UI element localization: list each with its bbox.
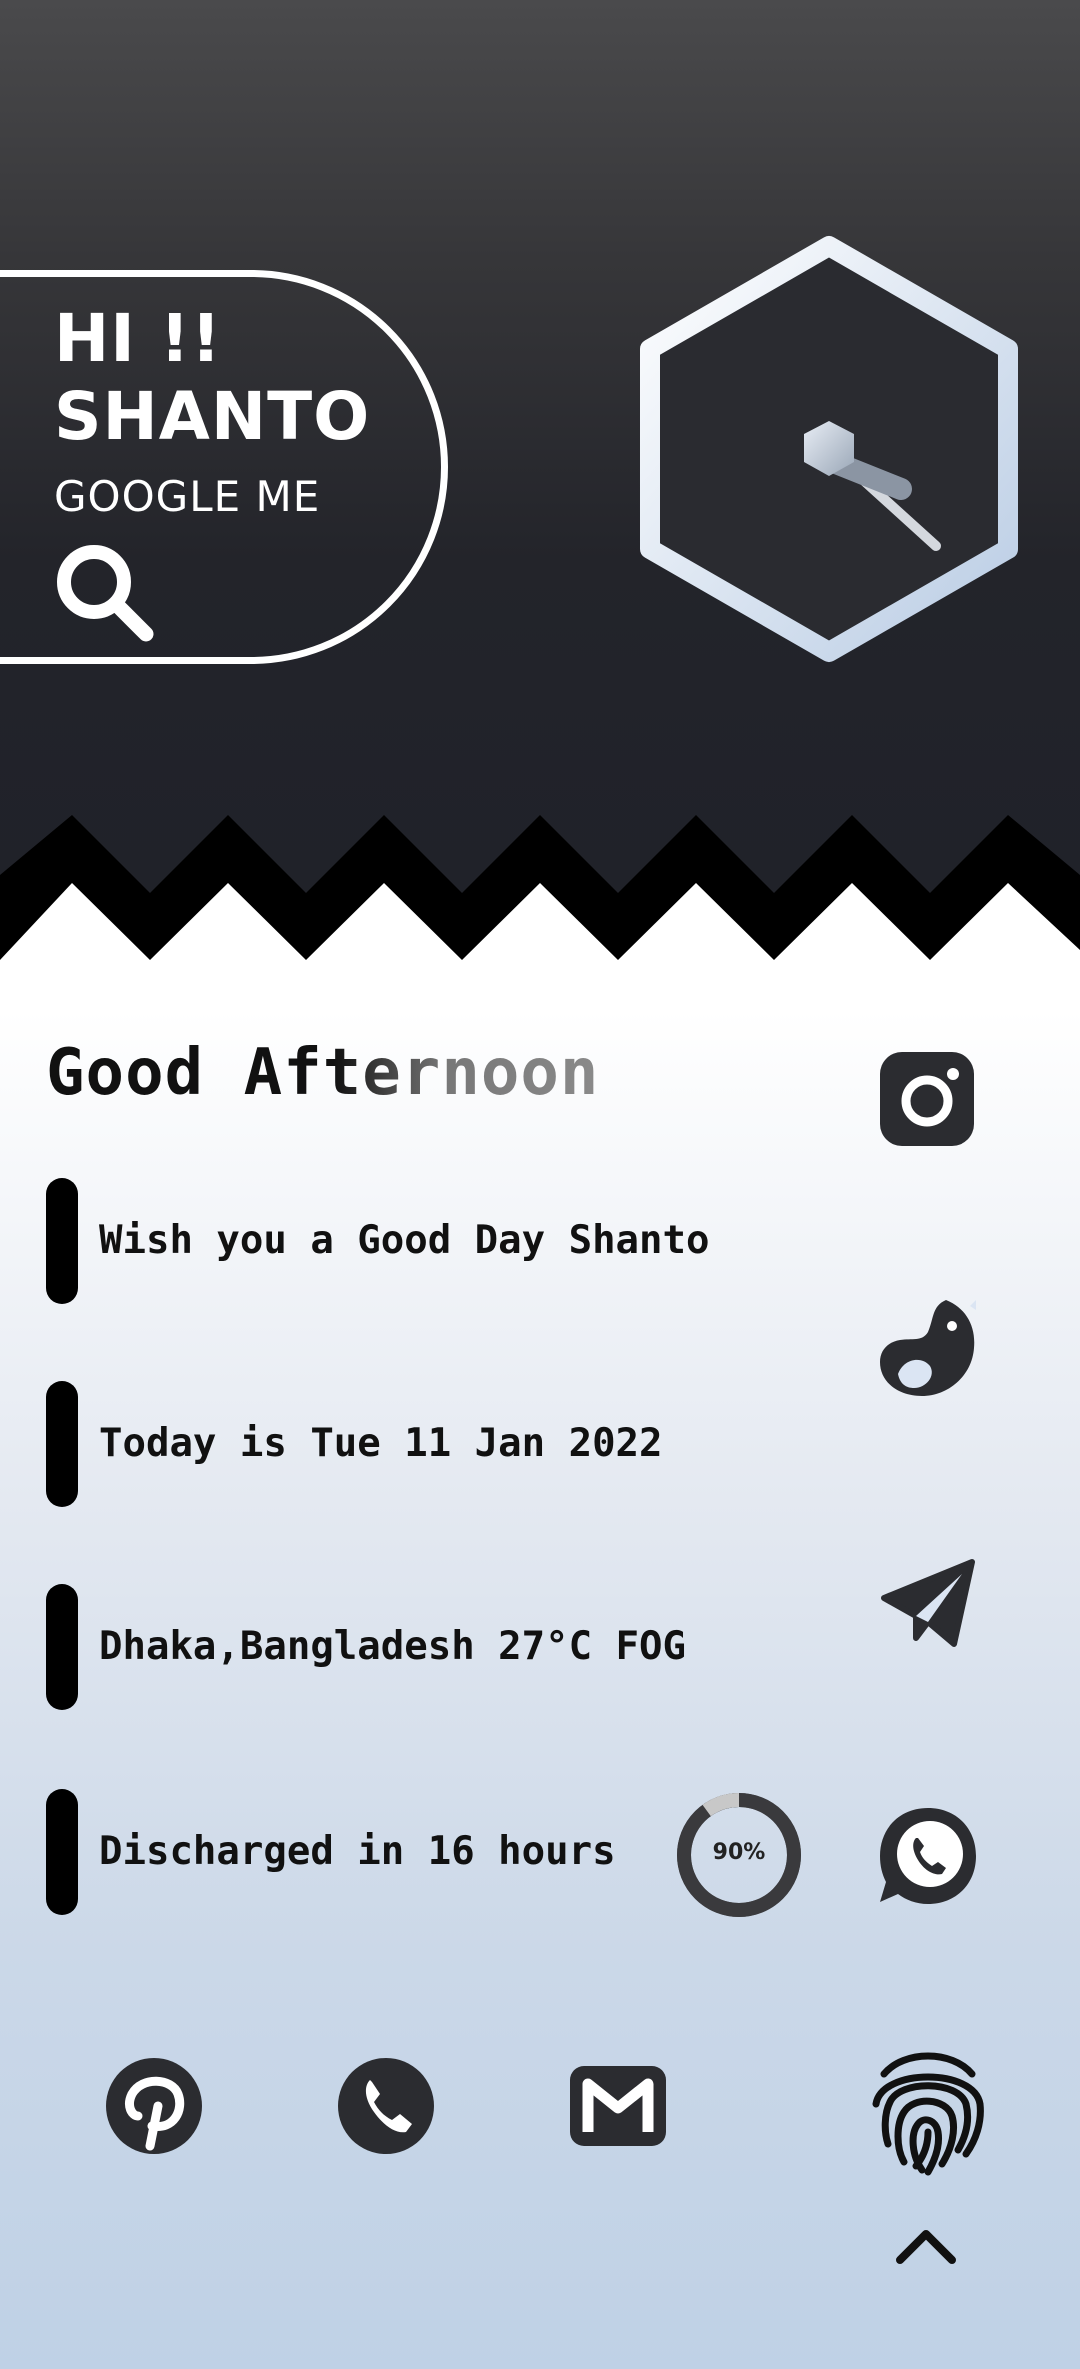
info-row-weather[interactable]: Dhaka,Bangladesh 27°C FOG xyxy=(46,1584,806,1710)
phone-icon[interactable] xyxy=(334,2054,438,2158)
row-bar xyxy=(46,1381,78,1507)
row-bar xyxy=(46,1789,78,1915)
row-bar xyxy=(46,1178,78,1304)
info-row-date[interactable]: Today is Tue 11 Jan 2022 xyxy=(46,1381,806,1507)
zigzag-divider xyxy=(0,815,1080,970)
row-bar xyxy=(46,1584,78,1710)
telegram-icon[interactable] xyxy=(876,1550,980,1654)
instagram-icon[interactable] xyxy=(876,1048,980,1152)
search-icon[interactable] xyxy=(52,540,158,646)
gmail-icon[interactable] xyxy=(566,2054,670,2158)
pinterest-icon[interactable] xyxy=(102,2054,206,2158)
google-search-label[interactable]: GOOGLE ME xyxy=(54,472,320,521)
battery-text[interactable]: Discharged in 16 hours xyxy=(99,1829,616,1874)
date-text[interactable]: Today is Tue 11 Jan 2022 xyxy=(99,1421,663,1466)
bird-icon[interactable] xyxy=(876,1296,980,1400)
whatsapp-icon[interactable] xyxy=(876,1804,980,1908)
wish-text: Wish you a Good Day Shanto xyxy=(99,1218,710,1263)
weather-text[interactable]: Dhaka,Bangladesh 27°C FOG xyxy=(99,1624,686,1669)
chevron-up-icon[interactable] xyxy=(894,2226,958,2266)
battery-percent: 90% xyxy=(712,1840,766,1865)
hexagon-clock-widget[interactable] xyxy=(636,234,1022,664)
user-name: SHANTO xyxy=(54,378,371,455)
greeting-hi: HI !! xyxy=(54,300,222,377)
fingerprint-icon[interactable] xyxy=(866,2044,990,2178)
info-row-wish: Wish you a Good Day Shanto xyxy=(46,1178,806,1304)
greeting-heading: Good Afternoon xyxy=(46,1036,600,1110)
